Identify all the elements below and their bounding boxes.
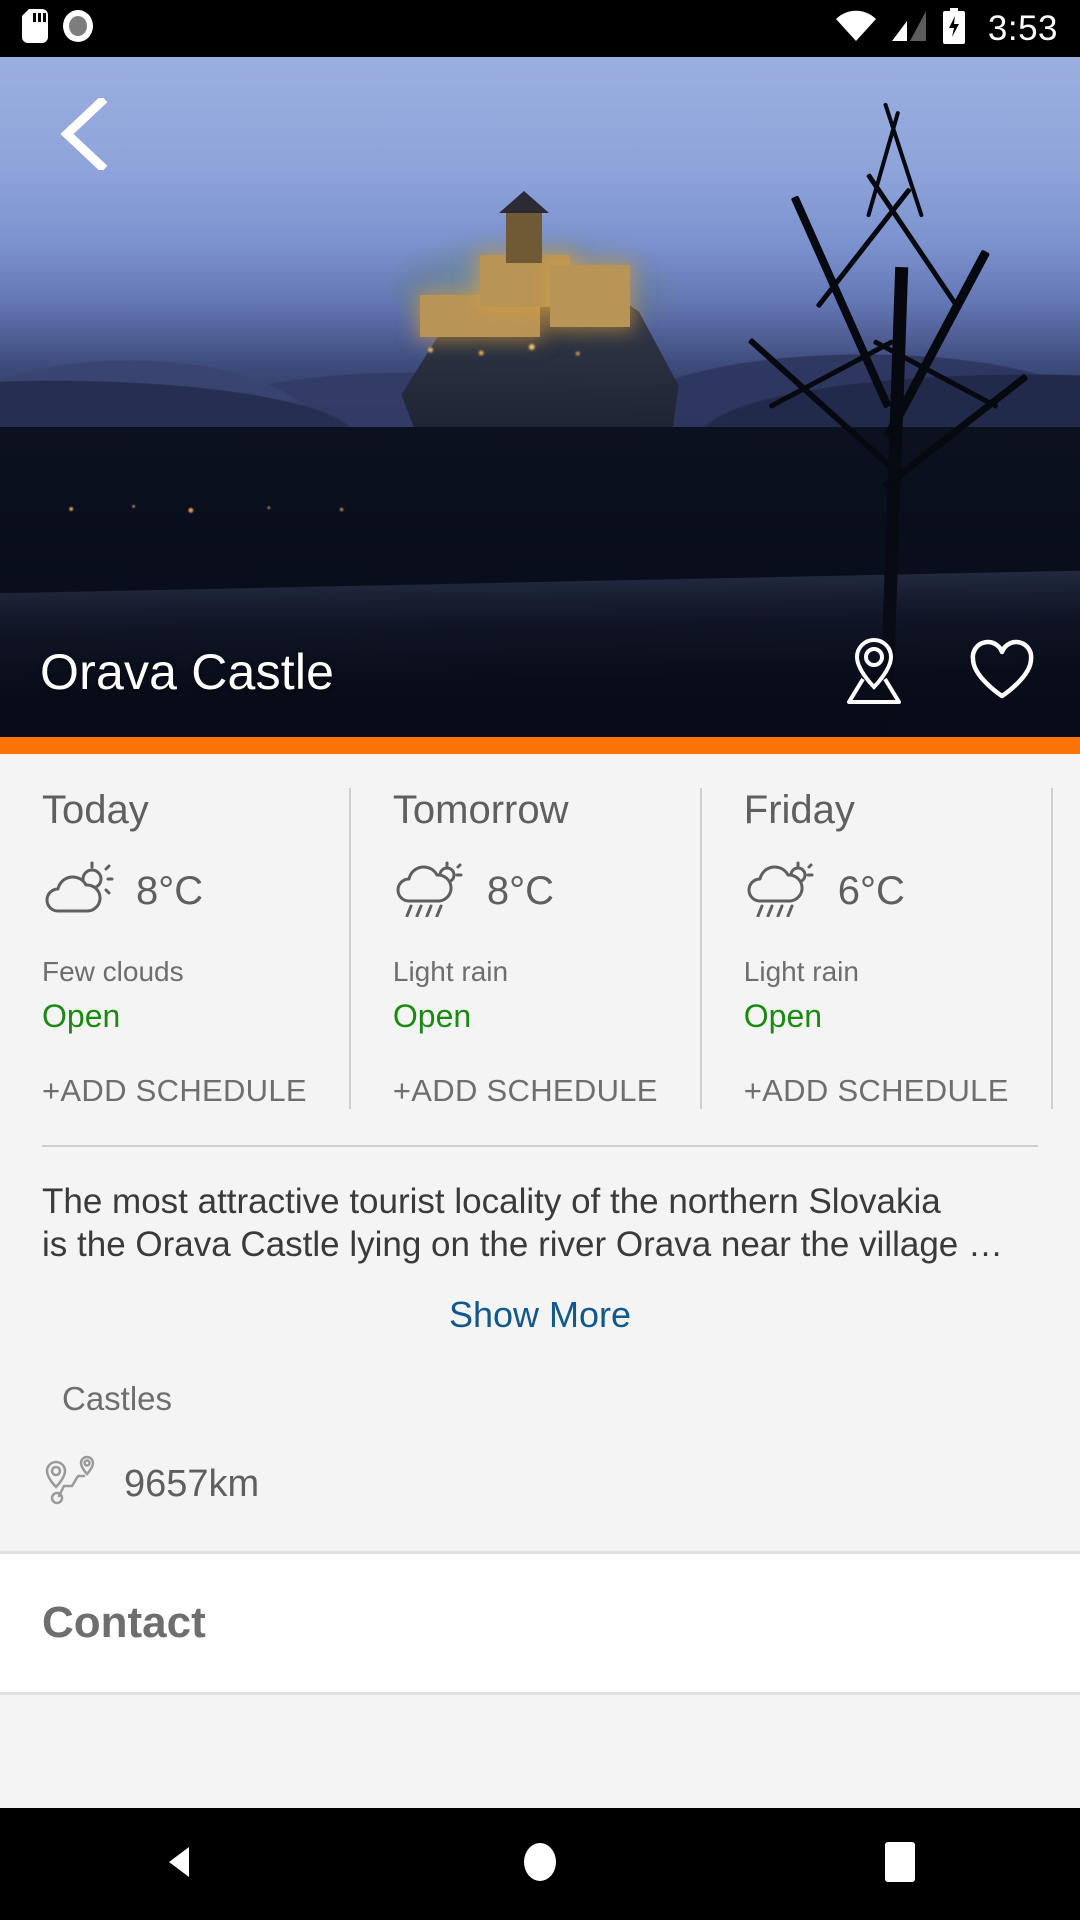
forecast-card[interactable]: Today 8°C Few clouds Open +ADD SCHEDULE [0,788,349,1109]
open-status-badge: Open [743,998,823,1034]
forecast-card[interactable]: Tomorrow 8°C Light rain Open +ADD SCHEDU… [348,788,700,1109]
nav-back-button[interactable] [120,1808,240,1920]
wifi-icon [835,9,877,48]
android-nav-bar [0,1808,1080,1920]
forecast-description: Few clouds [42,956,184,987]
back-chevron-icon [55,95,111,175]
hero-action-buttons [836,634,1040,710]
forecast-temperature: 6°C [837,869,905,913]
page-title: Orava Castle [40,644,335,700]
add-schedule-button[interactable]: +ADD SCHEDULE [393,1073,658,1109]
status-bar-left-icons [22,9,94,48]
add-schedule-button[interactable]: +ADD SCHEDULE [42,1073,307,1109]
forecast-day: Tomorrow [392,788,569,832]
accent-divider [0,737,1080,754]
forecast-description: Light rain [392,956,509,987]
detail-content: Today 8°C Few clouds Open +ADD SCHEDULE … [0,754,1080,1808]
forecast-temp-row: 8°C [42,861,307,922]
heart-icon [968,638,1036,707]
sun-behind-rain-cloud-icon [744,861,816,922]
contact-heading: Contact [42,1598,206,1648]
castle-tower [499,191,549,263]
category-item[interactable]: Castles [62,1380,1038,1418]
village-lights [40,496,560,522]
battery-charging-icon [941,8,967,49]
distance-row: 9657km [0,1418,1080,1515]
description-line: is the Orava Castle lying on the river O… [42,1224,1003,1264]
favorite-button[interactable] [964,634,1040,710]
tree-branch [882,373,1029,490]
forecast-day: Friday [743,788,855,832]
description-line: The most attractive tourist locality of … [42,1182,941,1221]
category-list: Castles [0,1336,1080,1418]
sun-behind-rain-cloud-icon [393,861,465,922]
open-status-badge: Open [392,998,472,1034]
sun-behind-cloud-icon [42,861,114,922]
cellular-signal-icon [890,9,928,48]
nav-recents-icon [880,1839,920,1890]
description-text: The most attractive tourist locality of … [0,1147,1080,1266]
hero-title-bar: Orava Castle [0,607,1080,737]
status-bar-clock: 3:53 [987,8,1058,48]
forecast-temp-row: 8°C [393,861,658,922]
castle-lights [403,335,634,365]
nav-back-icon [159,1841,201,1888]
forecast-card[interactable]: Friday 6°C Light rain Open +ADD SCHEDULE [699,788,1051,1109]
map-pin-icon [841,634,907,711]
sd-card-icon [22,9,48,48]
status-bar: 3:53 [0,0,1080,57]
nav-recents-button[interactable] [840,1808,960,1920]
app-root: 3:53 Orava Castle Today 8°C Few clouds O… [0,0,1080,1920]
forecast-day: Today [42,788,149,832]
forecast-temp-row: 6°C [744,861,1009,922]
distance-value: 9657km [124,1463,260,1506]
show-more-link[interactable]: Show More [0,1294,1080,1336]
nav-home-icon [519,1838,561,1891]
status-bar-right-icons: 3:53 [835,8,1058,49]
weather-forecast-row[interactable]: Today 8°C Few clouds Open +ADD SCHEDULE … [0,754,1080,1131]
hero-image: Orava Castle [0,57,1080,737]
add-schedule-button[interactable]: +ADD SCHEDULE [744,1073,1009,1109]
map-pin-button[interactable] [836,634,912,710]
back-button[interactable] [40,93,126,179]
forecast-description: Light rain [743,956,859,987]
forecast-card[interactable]: Sa [1050,788,1080,1109]
nav-home-button[interactable] [480,1808,600,1920]
open-status-badge: Open [42,998,121,1034]
forecast-temperature: 8°C [136,869,204,913]
forecast-temperature: 8°C [486,869,555,913]
bottom-spacer [0,1695,1080,1736]
contact-section: Contact [0,1554,1080,1693]
route-distance-icon [42,1454,102,1515]
record-icon [62,9,94,48]
content-spacer [0,1515,1080,1552]
